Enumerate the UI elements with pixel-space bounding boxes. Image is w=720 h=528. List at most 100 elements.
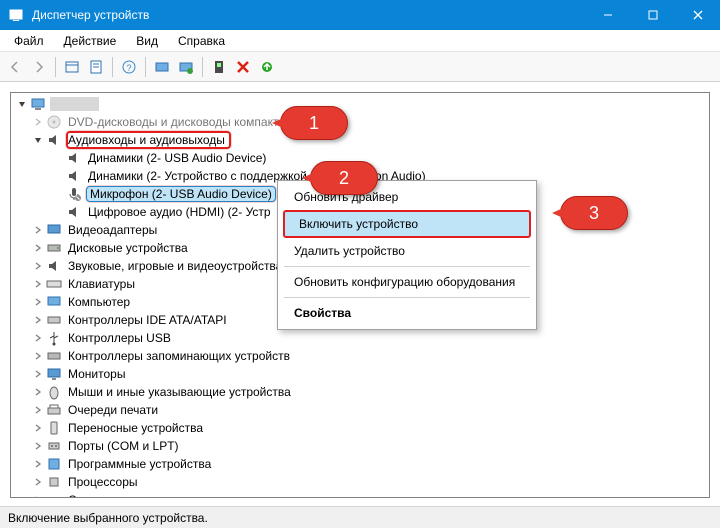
network-icon	[46, 492, 62, 497]
chevron-right-icon[interactable]	[31, 295, 45, 309]
chevron-right-icon[interactable]	[31, 367, 45, 381]
show-hidden-button[interactable]	[61, 56, 83, 78]
computer-icon	[46, 294, 62, 310]
tree-category[interactable]: Сетевые адаптеры	[11, 491, 709, 497]
annotation-callout-2: 2	[310, 161, 378, 195]
device-label: Динамики (2- USB Audio Device)	[86, 151, 268, 165]
chevron-right-icon[interactable]	[31, 331, 45, 345]
printer-icon	[46, 402, 62, 418]
chevron-right-icon[interactable]	[31, 385, 45, 399]
tree-category[interactable]: Порты (COM и LPT)	[11, 437, 709, 455]
speaker-icon	[66, 150, 82, 166]
tree-category[interactable]: Очереди печати	[11, 401, 709, 419]
controller-icon	[46, 312, 62, 328]
audio-category-label: Аудиовходы и аудиовыходы	[66, 131, 231, 149]
menu-help[interactable]: Справка	[168, 32, 235, 50]
category-label: Процессоры	[66, 475, 140, 489]
scan-button[interactable]	[151, 56, 173, 78]
window-title: Диспетчер устройств	[32, 8, 149, 22]
chevron-down-icon[interactable]	[15, 97, 29, 111]
tree-category[interactable]: Программные устройства	[11, 455, 709, 473]
toolbar: ?	[0, 52, 720, 82]
tree-category[interactable]: Мыши и иные указывающие устройства	[11, 383, 709, 401]
cm-separator	[284, 266, 530, 267]
chevron-right-icon[interactable]	[31, 493, 45, 497]
category-label: Сетевые адаптеры	[66, 493, 176, 497]
chevron-right-icon[interactable]	[31, 403, 45, 417]
menu-file[interactable]: Файл	[4, 32, 54, 50]
cm-properties[interactable]: Свойства	[280, 301, 534, 325]
chevron-right-icon[interactable]	[31, 349, 45, 363]
device-label: Цифровое аудио (HDMI) (2- Устр	[86, 205, 273, 219]
chevron-right-icon[interactable]	[31, 457, 45, 471]
keyboard-icon	[46, 276, 62, 292]
speaker-icon	[46, 132, 62, 148]
chevron-right-icon[interactable]	[31, 223, 45, 237]
tree-category[interactable]: Процессоры	[11, 473, 709, 491]
tree-category[interactable]: Мониторы	[11, 365, 709, 383]
cm-scan-hardware[interactable]: Обновить конфигурацию оборудования	[280, 270, 534, 294]
usb-icon	[46, 330, 62, 346]
chevron-right-icon[interactable]	[31, 421, 45, 435]
cm-delete-device[interactable]: Удалить устройство	[280, 239, 534, 263]
status-text: Включение выбранного устройства.	[8, 511, 208, 525]
tree-root[interactable]	[11, 95, 709, 113]
chevron-right-icon[interactable]	[31, 277, 45, 291]
speaker-icon	[66, 168, 82, 184]
minimize-button[interactable]	[585, 0, 630, 30]
port-icon	[46, 438, 62, 454]
speaker-icon	[46, 258, 62, 274]
tree-category-dvd[interactable]: DVD-дисководы и дисководы компакт-дисков	[11, 113, 709, 131]
cm-separator	[284, 297, 530, 298]
category-label: Контроллеры IDE ATA/ATAPI	[66, 313, 229, 327]
uninstall-button[interactable]	[232, 56, 254, 78]
tree-category[interactable]: Контроллеры USB	[11, 329, 709, 347]
chevron-right-icon[interactable]	[31, 439, 45, 453]
status-bar: Включение выбранного устройства.	[0, 506, 720, 528]
close-button[interactable]	[675, 0, 720, 30]
help-button[interactable]: ?	[118, 56, 140, 78]
chevron-right-icon[interactable]	[31, 475, 45, 489]
menu-action[interactable]: Действие	[54, 32, 127, 50]
app-icon	[8, 7, 24, 23]
enable-device-button[interactable]	[208, 56, 230, 78]
back-button[interactable]	[4, 56, 26, 78]
microphone-icon	[66, 186, 82, 202]
monitor-icon	[46, 366, 62, 382]
context-menu: Обновить драйвер Включить устройство Уда…	[277, 180, 537, 330]
maximize-button[interactable]	[630, 0, 675, 30]
properties-button[interactable]	[85, 56, 107, 78]
mouse-icon	[46, 384, 62, 400]
root-label	[50, 97, 99, 111]
category-label: Мыши и иные указывающие устройства	[66, 385, 293, 399]
microphone-label: Микрофон (2- USB Audio Device)	[86, 186, 276, 202]
speaker-icon	[66, 204, 82, 220]
tree-category[interactable]: Контроллеры запоминающих устройств	[11, 347, 709, 365]
category-label: Дисковые устройства	[66, 241, 190, 255]
chevron-right-icon[interactable]	[31, 259, 45, 273]
category-label: Видеоадаптеры	[66, 223, 159, 237]
display-icon	[46, 222, 62, 238]
tree-category-audio[interactable]: Аудиовходы и аудиовыходы	[11, 131, 709, 149]
category-label: Звуковые, игровые и видеоустройства	[66, 259, 284, 273]
chevron-right-icon[interactable]	[31, 241, 45, 255]
annotation-callout-1: 1	[280, 106, 348, 140]
cm-enable-device[interactable]: Включить устройство	[283, 210, 531, 238]
annotation-callout-3: 3	[560, 196, 628, 230]
category-label: Программные устройства	[66, 457, 213, 471]
tree-category[interactable]: Переносные устройства	[11, 419, 709, 437]
scan-hardware-button[interactable]	[175, 56, 197, 78]
category-label: Контроллеры USB	[66, 331, 173, 345]
category-label: Переносные устройства	[66, 421, 205, 435]
menubar: Файл Действие Вид Справка	[0, 30, 720, 52]
category-label: Очереди печати	[66, 403, 160, 417]
forward-button[interactable]	[28, 56, 50, 78]
update-driver-button[interactable]	[256, 56, 278, 78]
menu-view[interactable]: Вид	[126, 32, 168, 50]
titlebar: Диспетчер устройств	[0, 0, 720, 30]
category-label: Контроллеры запоминающих устройств	[66, 349, 292, 363]
chevron-down-icon[interactable]	[31, 133, 45, 147]
category-label: Компьютер	[66, 295, 132, 309]
chevron-right-icon[interactable]	[31, 313, 45, 327]
chevron-right-icon[interactable]	[31, 115, 45, 129]
